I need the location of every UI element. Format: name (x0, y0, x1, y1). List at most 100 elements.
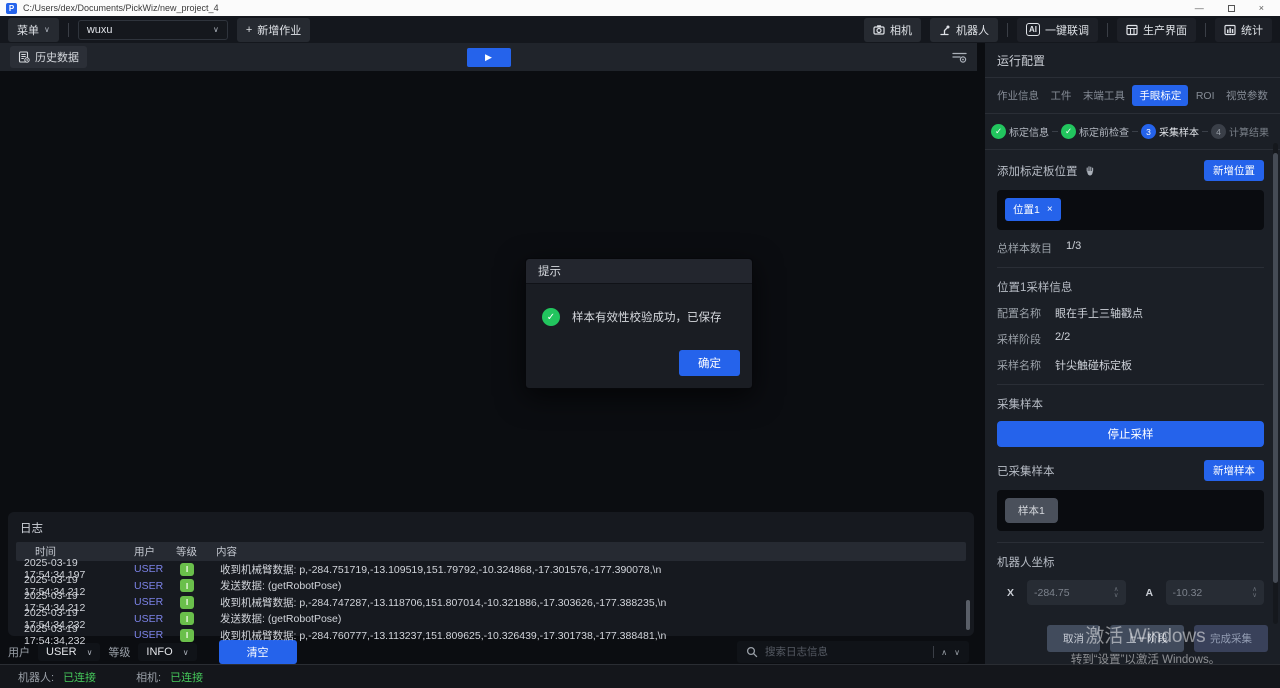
tab-roi[interactable]: ROI (1192, 87, 1219, 105)
level-filter-value: INFO (146, 646, 172, 658)
table-row[interactable]: 2025-03-19 17:54:34,212 USER I 发送数据: (ge… (16, 578, 966, 595)
dialog-message: 样本有效性校验成功，已保存 (572, 309, 722, 325)
run-play-button[interactable]: ▶ (467, 48, 511, 67)
panel-footer: 取消 上一阶段 完成采集 (985, 615, 1280, 664)
stepper-icons[interactable]: ∧∨ (1114, 587, 1119, 599)
step-number: 3 (1141, 124, 1156, 139)
sampling-stage-row: 采样阶段 2/2 (997, 331, 1264, 347)
tab-vision-params[interactable]: 视觉参数 (1222, 85, 1272, 106)
camera-icon (873, 24, 885, 36)
tab-hand-eye-calibration[interactable]: 手眼标定 (1132, 85, 1188, 106)
step-label: 标定前检查 (1079, 124, 1129, 139)
step-calibration-info[interactable]: ✓ 标定信息 (991, 124, 1049, 139)
log-content: 收到机械臂数据: p,-284.747287,-13.118706,151.80… (220, 595, 966, 610)
ai-icon: AI (1026, 23, 1040, 36)
run-config-panel: 运行配置 作业信息 工件 末端工具 手眼标定 ROI 视觉参数 ✓ 标定信息 ✓… (985, 43, 1280, 664)
robot-button[interactable]: 机器人 (930, 18, 998, 42)
hand-drag-icon (1084, 165, 1096, 177)
stop-sampling-button[interactable]: 停止采样 (997, 421, 1264, 447)
tab-end-tool[interactable]: 末端工具 (1079, 85, 1129, 106)
production-page-button[interactable]: 生产界面 (1117, 18, 1196, 42)
new-job-button[interactable]: + 新增作业 (237, 18, 310, 42)
sample-name-row: 采样名称 针尖触碰标定板 (997, 357, 1264, 373)
level-filter-select[interactable]: INFO ∨ (138, 643, 196, 661)
collected-samples-title: 已采集样本 (997, 463, 1055, 479)
info-level-icon: I (180, 579, 194, 592)
table-row[interactable]: 2025-03-19 17:54:34,212 USER I 收到机械臂数据: … (16, 594, 966, 611)
info-level-icon: I (180, 563, 194, 576)
section-divider (997, 384, 1264, 385)
panel-body: 添加标定板位置 新增位置 位置1 × 总样本数目 1/3 位置1采样 (985, 150, 1280, 615)
statistics-label: 统计 (1241, 22, 1263, 38)
window-controls: — × (1195, 4, 1274, 13)
sample-list: 样本1 (997, 490, 1264, 531)
total-samples-row: 总样本数目 1/3 (997, 240, 1264, 256)
position-list: 位置1 × (997, 190, 1264, 230)
one-key-link-label: 一键联调 (1045, 22, 1089, 38)
coord-axis-label: A (1146, 587, 1155, 599)
maximize-button[interactable] (1228, 5, 1235, 12)
log-user: USER (134, 596, 180, 608)
log-scrollbar[interactable] (966, 600, 970, 630)
one-key-link-button[interactable]: AI 一键联调 (1017, 18, 1098, 42)
log-filter-settings-button[interactable] (952, 50, 967, 64)
step-pre-check[interactable]: ✓ 标定前检查 (1061, 124, 1129, 139)
panel-scrollbar-thumb[interactable] (1273, 153, 1278, 583)
cancel-button[interactable]: 取消 (1047, 625, 1100, 652)
step-collect-samples[interactable]: 3 采集样本 (1141, 124, 1199, 139)
position-tag[interactable]: 位置1 × (1005, 198, 1061, 221)
check-icon: ✓ (1061, 124, 1076, 139)
project-select[interactable]: wuxu ∨ (78, 20, 228, 40)
add-position-text: 添加标定板位置 (997, 163, 1078, 179)
log-user: USER (134, 563, 180, 575)
robot-status-value: 已连接 (63, 669, 96, 685)
coord-a-field[interactable] (1173, 587, 1250, 599)
tab-workpiece[interactable]: 工件 (1046, 85, 1075, 106)
config-name-row: 配置名称 眼在手上三轴戳点 (997, 305, 1264, 321)
finish-collection-button[interactable]: 完成采集 (1194, 625, 1268, 652)
log-search-input[interactable] (765, 646, 926, 658)
sample-chip[interactable]: 样本1 (1005, 498, 1058, 523)
coord-x-field[interactable] (1034, 587, 1111, 599)
chevron-down-icon: ∨ (183, 648, 189, 657)
toolbar-divider (1007, 23, 1008, 37)
search-prev-button chevron-up-icon[interactable]: ∧ (941, 648, 947, 657)
robot-status-label: 机器人: (18, 669, 54, 685)
add-sample-button[interactable]: 新增样本 (1204, 460, 1264, 481)
log-col-user: 用户 (134, 544, 176, 559)
camera-button[interactable]: 相机 (864, 18, 921, 42)
table-row[interactable]: 2025-03-19 17:54:34,197 USER I 收到机械臂数据: … (16, 561, 966, 578)
tab-job-info[interactable]: 作业信息 (993, 85, 1043, 106)
log-user: USER (134, 629, 180, 641)
panel-scrollbar[interactable] (1273, 143, 1278, 624)
check-icon: ✓ (991, 124, 1006, 139)
log-level: I (180, 612, 220, 625)
camera-label: 相机 (890, 22, 912, 38)
search-next-button chevron-down-icon[interactable]: ∨ (954, 648, 960, 657)
stepper-icons[interactable]: ∧∨ (1252, 587, 1257, 599)
log-time: 2025-03-19 17:54:34,232 (24, 623, 134, 647)
minimize-button[interactable]: — (1195, 4, 1204, 13)
log-level: I (180, 579, 220, 592)
menu-button[interactable]: 菜单 ∨ (8, 18, 59, 42)
robot-coords-grid: X ∧∨ A ∧∨ Y (1007, 580, 1264, 615)
close-icon[interactable]: × (1047, 204, 1053, 215)
step-compute-result[interactable]: 4 计算结果 (1211, 124, 1269, 139)
total-samples-label: 总样本数目 (997, 240, 1052, 256)
info-level-icon: I (180, 612, 194, 625)
chevron-down-icon: ∨ (213, 25, 219, 34)
table-row[interactable]: 2025-03-19 17:54:34,232 USER I 收到机械臂数据: … (16, 627, 966, 644)
step-label: 采集样本 (1159, 124, 1199, 139)
window-title: C:/Users/dex/Documents/PickWiz/new_proje… (23, 3, 219, 13)
add-position-button[interactable]: 新增位置 (1204, 160, 1264, 181)
table-row[interactable]: 2025-03-19 17:54:34,232 USER I 发送数据: (ge… (16, 611, 966, 628)
chevron-down-icon: ∨ (87, 648, 93, 657)
clear-log-button[interactable]: 清空 (219, 640, 297, 664)
previous-stage-button[interactable]: 上一阶段 (1110, 625, 1184, 652)
history-data-button[interactable]: 历史数据 (10, 46, 87, 68)
statistics-button[interactable]: 统计 (1215, 18, 1272, 42)
dialog-ok-button[interactable]: 确定 (679, 350, 740, 376)
plus-icon: + (246, 24, 252, 36)
close-button[interactable]: × (1259, 4, 1264, 13)
log-table-header: 时间 用户 等级 内容 (16, 542, 966, 561)
